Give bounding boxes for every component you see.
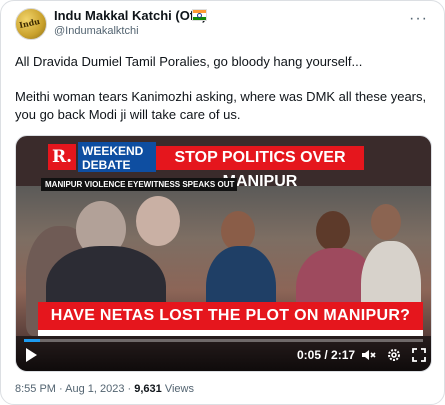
views-count: 9,631 xyxy=(134,383,162,395)
fullscreen-icon[interactable] xyxy=(411,347,427,363)
author-handle[interactable]: @Indumakalktchi xyxy=(54,25,139,37)
weekend-label: WEEKEND xyxy=(82,144,144,158)
avatar[interactable]: Indu xyxy=(15,8,47,40)
subheadline-bar: MANIPUR VIOLENCE EYEWITNESS SPEAKS OUT xyxy=(41,178,237,191)
video-time: 0:05 / 2:17 xyxy=(297,348,356,362)
progress-fill xyxy=(24,339,40,342)
india-flag-icon xyxy=(192,9,207,21)
tweet-meta: 8:55 PM · Aug 1, 2023 · 9,631 Views xyxy=(15,383,194,395)
tweet-text-line: Meithi woman tears Kanimozhi asking, whe… xyxy=(15,89,427,104)
more-options-icon[interactable]: ··· xyxy=(409,10,428,28)
video-player[interactable]: R. WEEKEND DEBATE STOP POLITICS OVER MAN… xyxy=(15,135,432,372)
tweet-text-line: All Dravida Dumiel Tamil Poralies, go bl… xyxy=(15,54,363,69)
progress-bar[interactable] xyxy=(24,339,423,342)
play-icon[interactable] xyxy=(26,348,37,362)
channel-logo: R. xyxy=(48,144,76,170)
avatar-logo-text: Indu xyxy=(18,15,41,31)
timestamp[interactable]: 8:55 PM · Aug 1, 2023 · xyxy=(15,383,134,395)
ticker-banner: HAVE NETAS LOST THE PLOT ON MANIPUR? xyxy=(38,302,423,330)
headline-banner: STOP POLITICS OVER MANIPUR xyxy=(156,146,364,190)
tweet-text-line: you go back Modi ji will take care of us… xyxy=(15,107,241,122)
weekend-debate-tag: WEEKEND DEBATE xyxy=(78,142,156,172)
settings-gear-icon[interactable] xyxy=(386,347,402,363)
debate-label: DEBATE xyxy=(82,158,131,172)
author-name[interactable]: Indu Makkal Katchi (Offl) xyxy=(54,8,206,23)
views-label: Views xyxy=(161,383,194,395)
mute-icon[interactable] xyxy=(360,347,376,363)
